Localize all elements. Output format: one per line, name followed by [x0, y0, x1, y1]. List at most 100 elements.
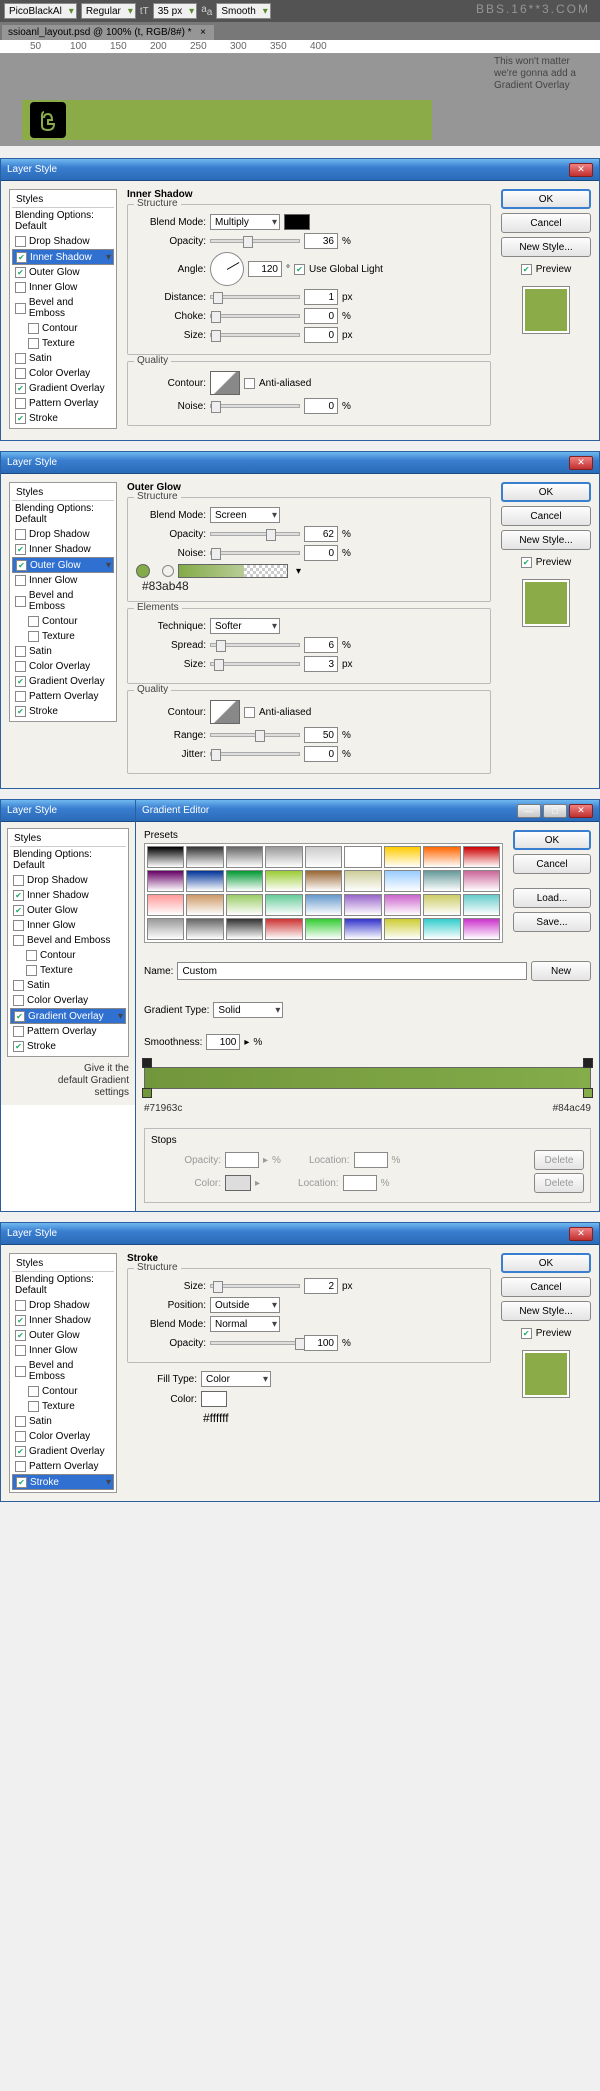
- titlebar[interactable]: Layer Style ✕: [1, 1223, 599, 1245]
- new-button[interactable]: New: [531, 961, 591, 981]
- jitter-input[interactable]: 0: [304, 746, 338, 762]
- preset-swatch[interactable]: [344, 918, 381, 940]
- opacity-slider[interactable]: [210, 532, 300, 536]
- opacity-slider[interactable]: [210, 1341, 300, 1345]
- cancel-button[interactable]: Cancel: [501, 213, 591, 233]
- angle-dial[interactable]: [210, 252, 244, 286]
- preset-swatch[interactable]: [463, 870, 500, 892]
- preset-swatch[interactable]: [265, 846, 302, 868]
- style-row-outer-glow[interactable]: Outer Glow: [12, 557, 114, 573]
- preset-swatch[interactable]: [305, 894, 342, 916]
- blend-mode-select[interactable]: Normal: [210, 1316, 280, 1332]
- contour-picker[interactable]: [210, 371, 240, 395]
- style-row[interactable]: Pattern Overlay: [12, 396, 114, 411]
- opacity-input[interactable]: 36: [304, 233, 338, 249]
- stop-location-input[interactable]: [354, 1152, 388, 1168]
- cancel-button[interactable]: Cancel: [501, 1277, 591, 1297]
- gradient-presets-grid[interactable]: [144, 843, 503, 943]
- save-button[interactable]: Save...: [513, 912, 591, 932]
- preset-swatch[interactable]: [384, 870, 421, 892]
- style-row[interactable]: Inner Glow: [12, 280, 114, 295]
- preset-swatch[interactable]: [344, 870, 381, 892]
- font-family-dropdown[interactable]: PicoBlackAl: [4, 3, 77, 19]
- preview-checkbox[interactable]: [521, 1328, 532, 1339]
- new-style-button[interactable]: New Style...: [501, 237, 591, 257]
- preset-swatch[interactable]: [305, 918, 342, 940]
- titlebar[interactable]: Layer Style ✕: [1, 159, 599, 181]
- opacity-stop-left[interactable]: [142, 1058, 152, 1068]
- window-close-button[interactable]: ✕: [569, 163, 593, 177]
- size-input[interactable]: 0: [304, 327, 338, 343]
- preset-swatch[interactable]: [147, 894, 184, 916]
- size-input[interactable]: 2: [304, 1278, 338, 1294]
- style-row-inner-shadow[interactable]: Inner Shadow: [12, 249, 114, 265]
- fill-type-select[interactable]: Color: [201, 1371, 271, 1387]
- choke-input[interactable]: 0: [304, 308, 338, 324]
- technique-select[interactable]: Softer: [210, 618, 280, 634]
- gradient-preview[interactable]: [178, 564, 288, 578]
- document-tab[interactable]: ssioanl_layout.psd @ 100% (t, RGB/8#) * …: [2, 25, 214, 40]
- titlebar[interactable]: Layer Style: [1, 800, 135, 822]
- style-row[interactable]: Contour: [12, 321, 114, 336]
- position-select[interactable]: Outside: [210, 1297, 280, 1313]
- color-stop-left[interactable]: [142, 1088, 152, 1098]
- stroke-color-swatch[interactable]: [201, 1391, 227, 1407]
- preset-swatch[interactable]: [226, 894, 263, 916]
- style-row[interactable]: Texture: [12, 336, 114, 351]
- gradient-radio[interactable]: [162, 565, 174, 577]
- global-light-checkbox[interactable]: [294, 264, 305, 275]
- preset-swatch[interactable]: [305, 846, 342, 868]
- titlebar[interactable]: Layer Style ✕: [1, 452, 599, 474]
- opacity-stop-right[interactable]: [583, 1058, 593, 1068]
- cancel-button[interactable]: Cancel: [501, 506, 591, 526]
- style-row[interactable]: Bevel and Emboss: [12, 295, 114, 321]
- stop-location-input[interactable]: [343, 1175, 377, 1191]
- choke-slider[interactable]: [210, 314, 300, 318]
- preset-swatch[interactable]: [463, 894, 500, 916]
- jitter-slider[interactable]: [210, 752, 300, 756]
- style-row[interactable]: Drop Shadow: [12, 234, 114, 249]
- spread-input[interactable]: 6: [304, 637, 338, 653]
- antialias-dropdown[interactable]: Smooth: [216, 3, 270, 19]
- size-input[interactable]: 3: [304, 656, 338, 672]
- style-row-stroke[interactable]: Stroke: [12, 1474, 114, 1490]
- window-close-button[interactable]: ✕: [569, 456, 593, 470]
- blend-mode-select[interactable]: Screen: [210, 507, 280, 523]
- minimize-button[interactable]: —: [517, 804, 541, 818]
- blending-options[interactable]: Blending Options: Default: [12, 208, 114, 234]
- styles-header[interactable]: Styles: [12, 192, 114, 208]
- preset-swatch[interactable]: [226, 870, 263, 892]
- preset-swatch[interactable]: [147, 846, 184, 868]
- preset-swatch[interactable]: [226, 918, 263, 940]
- preset-swatch[interactable]: [186, 846, 223, 868]
- range-input[interactable]: 50: [304, 727, 338, 743]
- preset-swatch[interactable]: [463, 846, 500, 868]
- opacity-slider[interactable]: [210, 239, 300, 243]
- preset-swatch[interactable]: [423, 918, 460, 940]
- noise-slider[interactable]: [210, 404, 300, 408]
- preset-swatch[interactable]: [344, 846, 381, 868]
- stop-color-swatch[interactable]: [225, 1175, 251, 1191]
- range-slider[interactable]: [210, 733, 300, 737]
- smoothness-input[interactable]: 100: [206, 1034, 240, 1050]
- preset-swatch[interactable]: [463, 918, 500, 940]
- antialiased-checkbox[interactable]: [244, 378, 255, 389]
- size-slider[interactable]: [210, 1284, 300, 1288]
- preset-swatch[interactable]: [265, 870, 302, 892]
- style-row[interactable]: Satin: [12, 351, 114, 366]
- style-row[interactable]: Stroke: [12, 411, 114, 426]
- noise-input[interactable]: 0: [304, 398, 338, 414]
- font-size-dropdown[interactable]: 35 px: [153, 3, 197, 19]
- style-row[interactable]: Gradient Overlay: [12, 381, 114, 396]
- glow-color-radio[interactable]: [136, 564, 150, 578]
- cancel-button[interactable]: Cancel: [513, 854, 591, 874]
- preset-swatch[interactable]: [226, 846, 263, 868]
- preset-swatch[interactable]: [186, 918, 223, 940]
- angle-input[interactable]: 120: [248, 261, 282, 277]
- size-slider[interactable]: [210, 662, 300, 666]
- ok-button[interactable]: OK: [501, 1253, 591, 1273]
- preset-swatch[interactable]: [423, 870, 460, 892]
- spread-slider[interactable]: [210, 643, 300, 647]
- preset-swatch[interactable]: [265, 918, 302, 940]
- gradient-bar[interactable]: [144, 1067, 591, 1089]
